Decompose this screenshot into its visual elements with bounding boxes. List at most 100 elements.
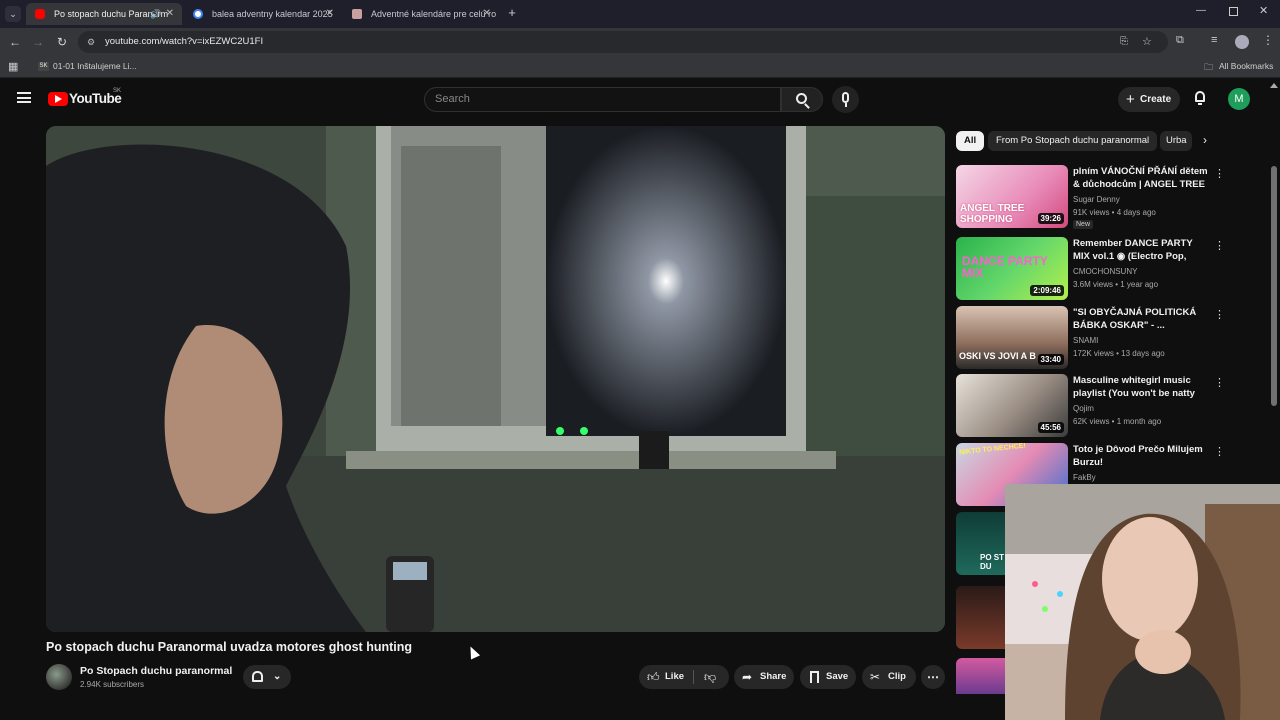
video-meta: 91K views • 4 days ago <box>1073 208 1156 217</box>
bookmark-star-icon[interactable]: ☆ <box>1142 31 1152 53</box>
close-tab-icon[interactable]: ✕ <box>483 3 491 25</box>
browser-toolbar: ← → ↻ ⚙ youtube.com/watch?v=ixEZWC2U1FI … <box>0 28 1280 56</box>
new-tab-button[interactable]: + <box>504 5 520 21</box>
youtube-play-logo-icon <box>48 92 68 106</box>
scroll-up-arrow-icon[interactable] <box>1270 83 1278 88</box>
back-button[interactable]: ← <box>6 33 24 51</box>
address-bar[interactable]: ⚙ youtube.com/watch?v=ixEZWC2U1FI ⎘ ☆ <box>78 31 1168 53</box>
thumbs-down-icon: 👎︎ <box>704 670 717 684</box>
restore-window-button[interactable] <box>1229 7 1238 16</box>
extensions-icon[interactable]: ⧉ <box>1176 34 1184 47</box>
video-thumbnail[interactable] <box>956 658 1006 694</box>
install-app-icon[interactable]: ⎘ <box>1120 31 1128 53</box>
more-options-icon[interactable]: ⋮ <box>1214 308 1225 321</box>
video-thumbnail[interactable] <box>956 586 1006 649</box>
channel-name[interactable]: SNAMI <box>1073 336 1098 345</box>
site-favicon-icon <box>352 9 362 19</box>
close-tab-icon[interactable]: ✕ <box>166 3 174 25</box>
all-bookmarks-link[interactable]: All Bookmarks <box>1219 61 1273 71</box>
youtube-masthead: YouTube SK Search + Create M <box>0 78 1280 122</box>
profile-avatar-icon[interactable] <box>1235 35 1249 49</box>
apps-grid-icon[interactable]: ▦ <box>8 60 18 73</box>
close-window-button[interactable]: ✕ <box>1259 4 1268 17</box>
reading-list-icon[interactable]: ≡ <box>1211 34 1217 46</box>
tab-search-button[interactable]: ⌄ <box>5 6 21 22</box>
minimize-window-button[interactable]: — <box>1196 5 1206 16</box>
forward-button[interactable]: → <box>29 33 47 51</box>
subscribed-notifications-button[interactable]: ⌄ <box>243 665 291 689</box>
video-title[interactable]: Toto je Dôvod Prečo Milujem Burzu! <box>1073 443 1208 469</box>
recommendation-item[interactable]: ANGEL TREE SHOPPING 39:26 plním VÁNOČNÍ … <box>956 165 1226 229</box>
close-tab-icon[interactable]: ✕ <box>326 3 334 25</box>
speaker-icon: 🔊 <box>150 9 162 19</box>
tab-advent-calendars[interactable]: Adventné kalendáre pre celú ro ✕ <box>343 3 499 25</box>
video-title[interactable]: plním VÁNOČNÍ PŘÁNÍ dětem & důchodcům | … <box>1073 165 1208 191</box>
video-thumbnail[interactable]: OSKI VS JOVI A B 33:40 <box>956 306 1068 369</box>
reload-button[interactable]: ↻ <box>53 33 71 51</box>
channel-name[interactable]: FakBy <box>1073 473 1096 482</box>
chip-urban[interactable]: Urba <box>1160 131 1192 151</box>
tab-label: balea adventny kalendar 2025 <box>212 9 333 19</box>
region-code: SK <box>113 88 122 94</box>
share-arrow-icon: ➦ <box>742 670 753 684</box>
recommendation-item[interactable]: 45:56 Masculine whitegirl music playlist… <box>956 374 1226 438</box>
save-button[interactable]: Save <box>800 665 856 689</box>
dislike-button[interactable]: 👎︎ <box>695 665 729 689</box>
browser-menu-icon[interactable]: ⋮ <box>1262 33 1274 47</box>
tab-google-search[interactable]: balea adventny kalendar 2025 ✕ <box>184 3 342 25</box>
tab-youtube[interactable]: Po stopach duchu Paranorm 🔊 ✕ <box>26 3 182 25</box>
more-options-icon[interactable]: ⋮ <box>1214 167 1225 180</box>
channel-avatar[interactable] <box>46 664 72 690</box>
voice-search-button[interactable] <box>832 86 859 113</box>
site-info-icon[interactable]: ⚙ <box>87 31 95 53</box>
video-meta: 172K views • 13 days ago <box>1073 349 1165 358</box>
search-button[interactable] <box>781 87 823 112</box>
webcam-video-frame <box>1005 484 1280 720</box>
chevron-right-icon[interactable]: › <box>1203 133 1207 147</box>
more-options-icon[interactable]: ⋮ <box>1214 445 1225 458</box>
video-title[interactable]: "SI OBYČAJNÁ POLITICKÁ BÁBKA OSKAR" - ..… <box>1073 306 1208 332</box>
channel-name[interactable]: Po Stopach duchu paranormal <box>80 665 232 677</box>
create-button[interactable]: + Create <box>1118 87 1180 112</box>
video-duration: 33:40 <box>1037 354 1064 365</box>
google-favicon-icon <box>193 9 203 19</box>
notifications-bell-icon[interactable] <box>1193 90 1207 105</box>
share-button[interactable]: ➦ Share <box>734 665 794 689</box>
search-input[interactable]: Search <box>424 87 781 112</box>
create-label: Create <box>1140 94 1172 105</box>
more-actions-button[interactable]: ⋯ <box>921 665 945 689</box>
scissors-icon: ✂ <box>870 670 881 684</box>
channel-name[interactable]: CMOCHONSUNY <box>1073 267 1137 276</box>
bookmark-item[interactable]: 01-01 Inštalujeme Li... <box>53 61 137 71</box>
thumbnail-text: DANCE PARTY MIX <box>962 254 1048 280</box>
more-options-icon[interactable]: ⋮ <box>1214 239 1225 252</box>
menu-hamburger-icon[interactable] <box>17 92 31 103</box>
page-scrollbar[interactable] <box>1271 166 1277 406</box>
like-dislike-group: 👍︎ Like 👎︎ <box>639 665 729 689</box>
plus-icon: + <box>1126 91 1135 108</box>
chip-from-channel[interactable]: From Po Stopach duchu paranormal <box>988 131 1158 151</box>
clip-button[interactable]: ✂ Clip <box>862 665 916 689</box>
chip-all[interactable]: All <box>956 131 985 151</box>
video-title[interactable]: Masculine whitegirl music playlist (You … <box>1073 374 1208 400</box>
channel-name[interactable]: Sugar Denny <box>1073 195 1120 204</box>
video-title[interactable]: Remember DANCE PARTY MIX vol.1 ◉ (Electr… <box>1073 237 1208 263</box>
video-thumbnail[interactable]: PO ST DU <box>956 512 1006 575</box>
account-avatar[interactable]: M <box>1228 88 1250 110</box>
url-text: youtube.com/watch?v=ixEZWC2U1FI <box>105 36 264 47</box>
more-horizontal-icon: ⋯ <box>927 670 939 684</box>
recommendation-item[interactable]: DANCE PARTY MIX 2:09:46 Remember DANCE P… <box>956 237 1226 301</box>
video-duration: 39:26 <box>1037 213 1064 224</box>
thumbnail-text: PO ST DU <box>980 553 1005 571</box>
recommendation-item[interactable]: OSKI VS JOVI A B 33:40 "SI OBYČAJNÁ POLI… <box>956 306 1226 370</box>
video-player[interactable] <box>46 126 945 632</box>
youtube-favicon-icon <box>35 9 45 19</box>
like-button[interactable]: 👍︎ Like <box>639 665 691 689</box>
video-thumbnail[interactable]: ANGEL TREE SHOPPING 39:26 <box>956 165 1068 228</box>
more-options-icon[interactable]: ⋮ <box>1214 376 1225 389</box>
video-thumbnail[interactable]: 45:56 <box>956 374 1068 437</box>
video-thumbnail[interactable]: DANCE PARTY MIX 2:09:46 <box>956 237 1068 300</box>
video-frame <box>46 126 945 632</box>
bell-icon <box>252 671 263 682</box>
channel-name[interactable]: Qojim <box>1073 404 1094 413</box>
